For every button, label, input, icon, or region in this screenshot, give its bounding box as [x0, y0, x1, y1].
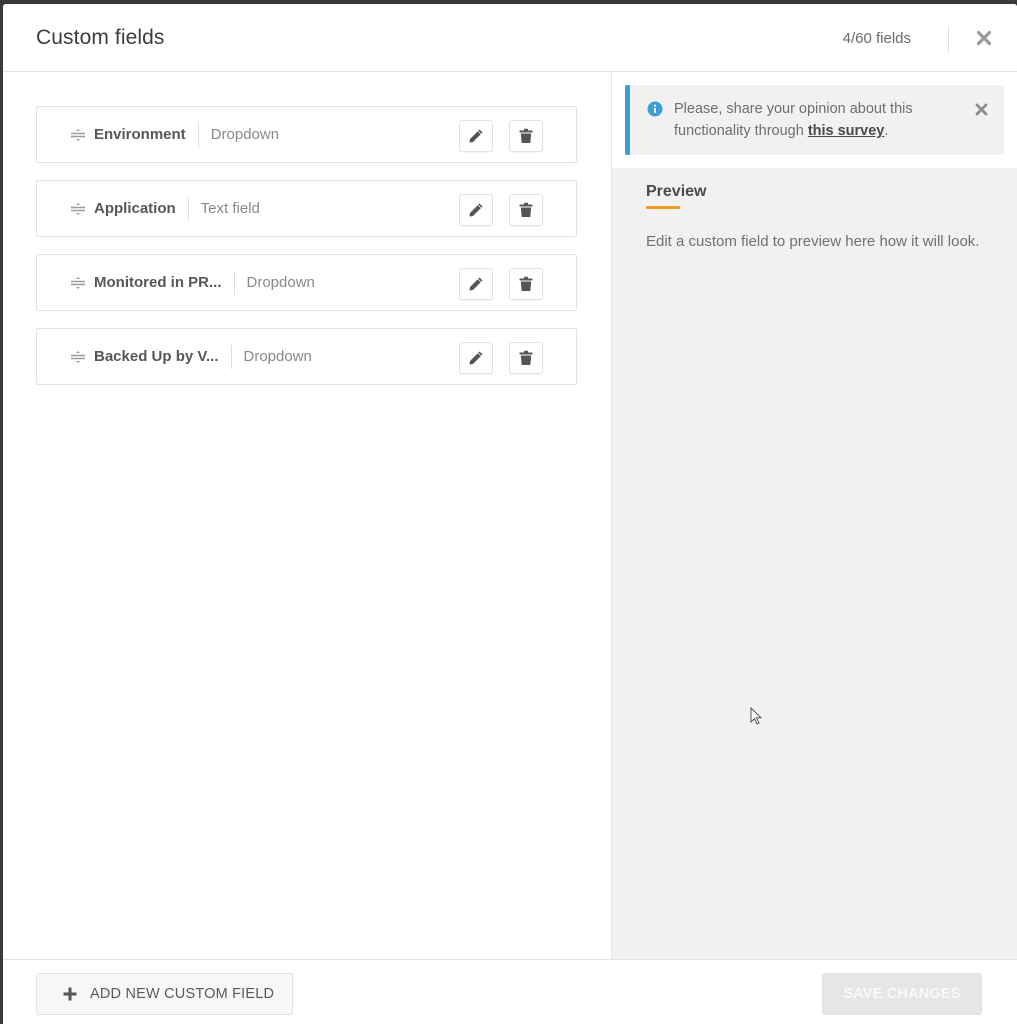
drag-handle-icon[interactable] [69, 200, 87, 218]
field-type: Dropdown [243, 348, 312, 365]
edit-field-button[interactable] [459, 268, 493, 300]
preview-title-underline [646, 206, 680, 209]
field-type: Dropdown [210, 126, 280, 143]
trash-icon [519, 202, 533, 217]
delete-field-button[interactable] [509, 120, 543, 152]
add-custom-field-label: ADD NEW CUSTOM FIELD [90, 986, 275, 1002]
delete-field-button[interactable] [509, 268, 543, 300]
survey-notice: Please, share your opinion about this fu… [625, 85, 1004, 155]
close-button[interactable] [973, 26, 995, 50]
trash-icon [519, 350, 533, 365]
field-separator [230, 344, 232, 369]
edit-field-button[interactable] [459, 342, 493, 374]
preview-title: Preview [646, 183, 707, 200]
field-row[interactable]: Environment Dropdown [36, 106, 577, 163]
field-name: Backed Up by V... [94, 348, 219, 365]
field-row[interactable]: Backed Up by V... Dropdown [36, 328, 577, 385]
trash-icon [519, 128, 533, 143]
modal-footer: ADD NEW CUSTOM FIELD SAVE CHANGES [3, 959, 1017, 1024]
drag-handle-icon[interactable] [69, 348, 87, 366]
fields-list-pane: Environment Dropdown Application Text fi… [3, 72, 611, 959]
field-type: Dropdown [246, 274, 315, 291]
preview-placeholder-text: Edit a custom field to preview here how … [646, 233, 980, 250]
drag-handle-icon[interactable] [69, 274, 87, 292]
drag-handle-icon[interactable] [69, 126, 87, 144]
field-name: Monitored in PR... [94, 274, 222, 291]
notice-close-button[interactable] [973, 101, 989, 117]
pencil-icon [469, 351, 483, 365]
header-divider [948, 26, 949, 52]
pencil-icon [469, 203, 483, 217]
notice-text: Please, share your opinion about this fu… [674, 98, 944, 142]
notice-text-after: . [884, 123, 889, 139]
field-separator [197, 122, 199, 147]
modal-header: Custom fields 4/60 fields [3, 4, 1017, 72]
field-row[interactable]: Monitored in PR... Dropdown [36, 254, 577, 311]
preview-pane: Please, share your opinion about this fu… [611, 72, 1017, 959]
field-type: Text field [200, 200, 260, 217]
close-icon [976, 30, 992, 46]
field-count: 4/60 fields [842, 30, 911, 47]
field-separator [187, 196, 189, 221]
delete-field-button[interactable] [509, 194, 543, 226]
field-name: Environment [94, 126, 186, 143]
info-icon [647, 101, 663, 117]
pencil-icon [469, 277, 483, 291]
field-row[interactable]: Application Text field [36, 180, 577, 237]
field-name: Application [94, 200, 176, 217]
edit-field-button[interactable] [459, 120, 493, 152]
save-changes-button[interactable]: SAVE CHANGES [822, 973, 982, 1015]
survey-link[interactable]: this survey [808, 123, 885, 139]
field-separator [233, 270, 235, 295]
edit-field-button[interactable] [459, 194, 493, 226]
trash-icon [519, 276, 533, 291]
pencil-icon [469, 129, 483, 143]
add-custom-field-button[interactable]: ADD NEW CUSTOM FIELD [36, 973, 293, 1015]
custom-fields-modal: Custom fields 4/60 fields Environment Dr… [3, 4, 1017, 1024]
plus-icon [63, 987, 77, 1001]
close-icon [975, 103, 987, 115]
modal-title: Custom fields [36, 26, 165, 49]
delete-field-button[interactable] [509, 342, 543, 374]
